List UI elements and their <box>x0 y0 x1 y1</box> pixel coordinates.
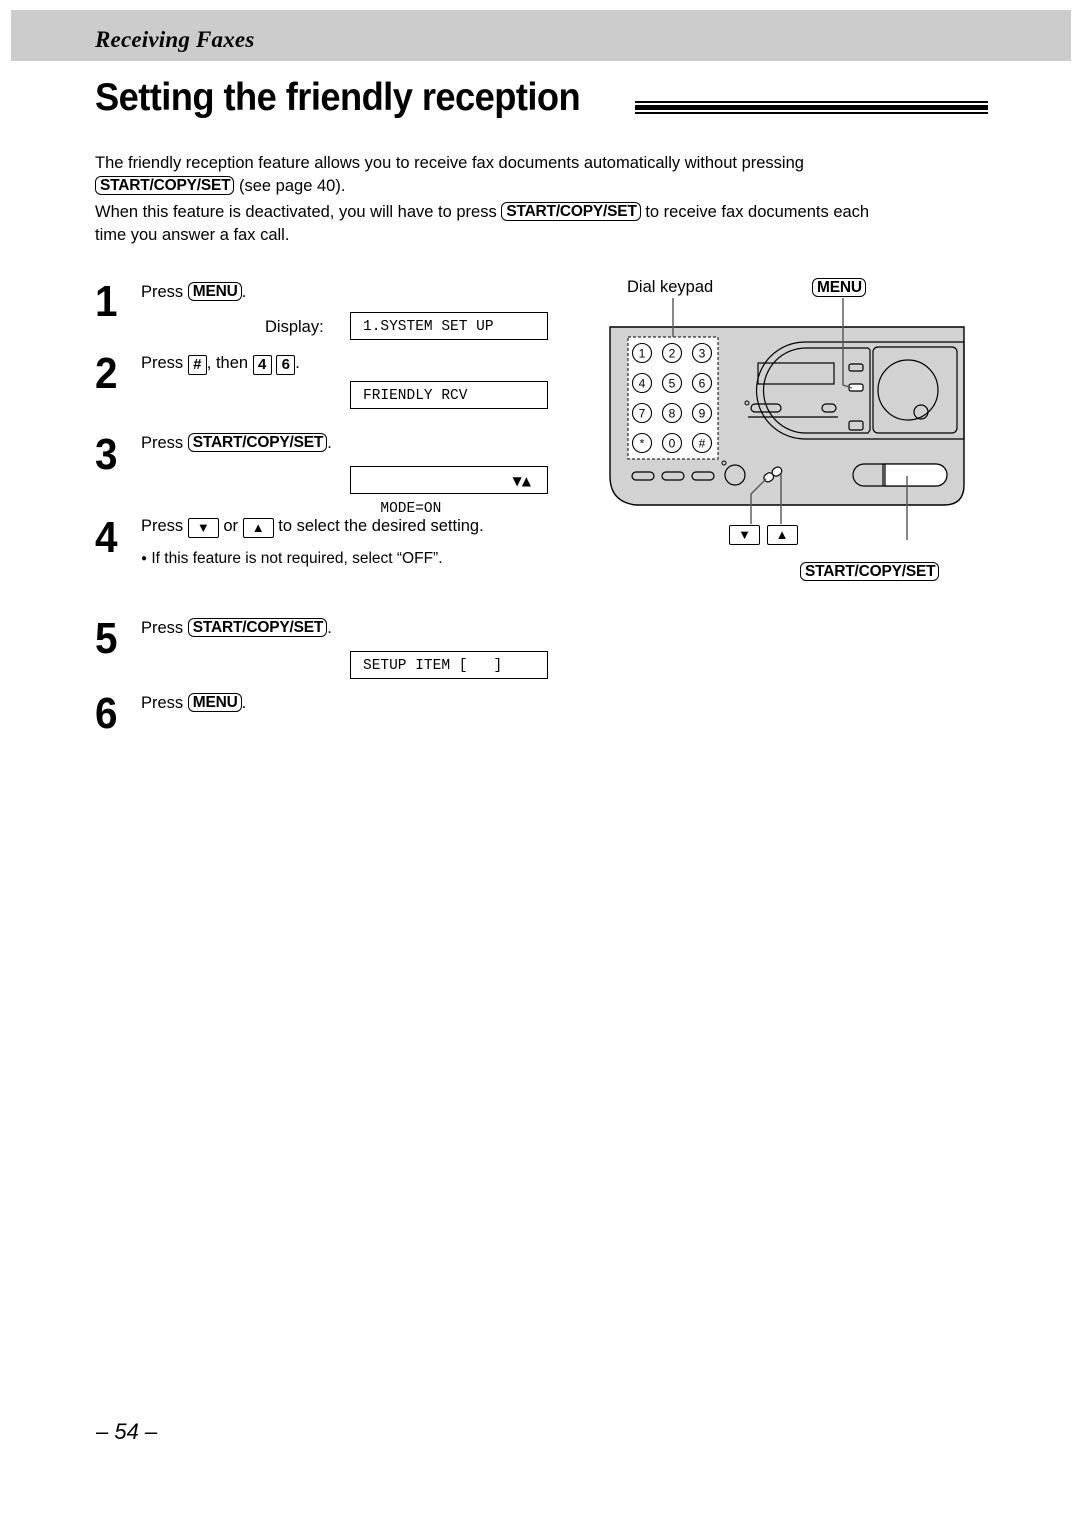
press-label: Press <box>141 354 184 372</box>
step-number-6: 6 <box>95 689 118 738</box>
keypad-key-label: 3 <box>699 347 706 361</box>
lcd-display-mode-on: MODE=ON ▼▲ <box>350 466 548 517</box>
digit-4-key: 4 <box>252 355 272 375</box>
press-label: Press <box>141 283 184 301</box>
step-5-text: Press START/COPY/SET. <box>141 617 332 639</box>
step-3-text: Press START/COPY/SET. <box>141 432 332 454</box>
lcd-display-system-setup: 1.SYSTEM SET UP <box>350 312 548 340</box>
punct: . <box>241 283 247 301</box>
press-label: Press <box>141 694 184 712</box>
lcd-display-friendly-rcv: FRIENDLY RCV <box>350 381 548 409</box>
punct: . <box>295 354 300 372</box>
intro-line-1: The friendly reception feature allows yo… <box>95 154 804 172</box>
start-copy-set-button <box>884 463 948 487</box>
keypad-key-label: 4 <box>639 377 646 391</box>
step-4-note: ● If this feature is not required, selec… <box>141 548 443 570</box>
then-label: , then <box>206 354 249 372</box>
hash-key: # <box>187 355 207 375</box>
keypad-key-label: 7 <box>639 407 646 421</box>
page-title: Setting the friendly reception <box>95 76 581 119</box>
menu-key: MENU <box>187 282 242 301</box>
keypad-key-label: * <box>640 437 645 451</box>
press-label: Press <box>141 517 184 535</box>
keypad-key-label: 6 <box>699 377 706 391</box>
step-4-rest: to select the desired setting. <box>278 517 484 535</box>
step-number-4: 4 <box>95 513 118 562</box>
title-rule <box>635 101 988 114</box>
step-number-2: 2 <box>95 349 118 398</box>
press-label: Press <box>141 619 184 637</box>
start-copy-set-key: START/COPY/SET <box>187 618 328 637</box>
step-number-3: 3 <box>95 430 118 479</box>
intro-text: to receive fax documents each <box>645 203 870 221</box>
punct: . <box>327 619 332 637</box>
start-copy-set-key: START/COPY/SET <box>800 562 940 581</box>
step-1-text: Press MENU. <box>141 281 246 303</box>
start-copy-set-key: START/COPY/SET <box>187 433 328 452</box>
step-number-1: 1 <box>95 277 118 326</box>
intro-see-page: (see page 40). <box>239 177 346 195</box>
note-text: If this feature is not required, select … <box>151 550 443 567</box>
start-copy-set-key: START/COPY/SET <box>95 176 235 195</box>
intro-line-3: When this feature is deactivated, you wi… <box>95 201 869 224</box>
fax-panel-diagram: 1 2 3 4 5 6 7 8 9 * 0 # <box>609 298 965 540</box>
intro-line-2: START/COPY/SET (see page 40). <box>95 175 345 198</box>
keypad-key-label: 0 <box>669 437 676 451</box>
keypad-key-label: # <box>699 437 706 451</box>
step-2-text: Press #, then 4 6. <box>141 352 300 375</box>
keypad-key-label: 9 <box>699 407 706 421</box>
down-arrow-key: ▼ <box>187 518 219 538</box>
step-4-text: Press ▼ or ▲ to select the desired setti… <box>141 515 484 538</box>
punct: . <box>327 434 332 452</box>
display-label: Display: <box>265 318 324 336</box>
bullet-icon: ● <box>141 553 148 564</box>
press-label: Press <box>141 434 184 452</box>
start-copy-set-key: START/COPY/SET <box>501 202 641 221</box>
up-arrow-key: ▲ <box>242 518 274 538</box>
lcd-display-setup-item: SETUP ITEM [ ] <box>350 651 548 679</box>
section-title: Receiving Faxes <box>95 27 255 52</box>
keypad-key-label: 8 <box>669 407 676 421</box>
keypad-key-label: 5 <box>669 377 676 391</box>
intro-text: When this feature is deactivated, you wi… <box>95 203 497 221</box>
digit-6-key: 6 <box>276 355 296 375</box>
keypad-key-label: 1 <box>639 347 646 361</box>
page-number: – 54 – <box>96 1419 158 1444</box>
punct: . <box>241 694 247 712</box>
lcd-arrows-icon: ▼▲ <box>512 474 531 488</box>
intro-line-4: time you answer a fax call. <box>95 226 290 244</box>
menu-key: MENU <box>187 693 242 712</box>
step-6-text: Press MENU. <box>141 692 246 714</box>
step-number-5: 5 <box>95 614 118 663</box>
or-label: or <box>223 517 239 535</box>
keypad-key-label: 2 <box>669 347 676 361</box>
diagram-start-label: START/COPY/SET <box>800 562 940 582</box>
